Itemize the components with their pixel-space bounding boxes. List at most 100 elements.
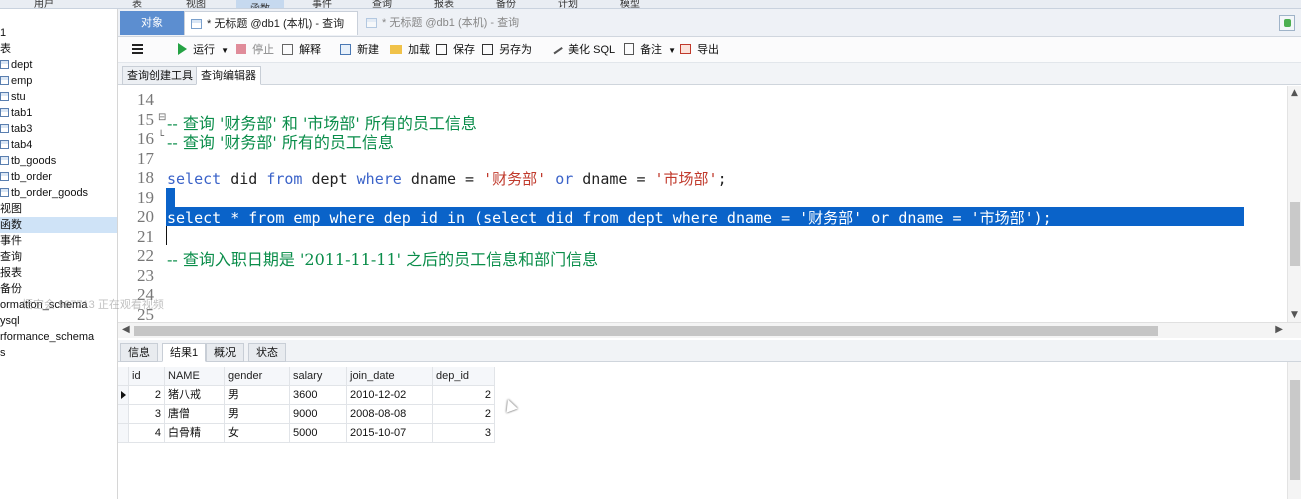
menu-icon[interactable] [132,44,143,54]
new-button[interactable]: 新建 [340,42,379,58]
menu-item-views[interactable]: 视图 [186,0,206,8]
tab-query-inactive[interactable]: * 无标题 @db1 (本机) - 查询 [360,11,620,35]
menu-item-events[interactable]: 事件 [312,0,332,8]
grid-cell[interactable]: 2015-10-07 [347,424,433,443]
grid-cell[interactable]: 3600 [290,386,347,405]
scroll-up-icon[interactable]: ▲ [1291,88,1298,98]
scrollbar-thumb[interactable] [1290,380,1300,480]
sidebar-item[interactable]: stu [0,89,117,105]
menu-item-queries[interactable]: 查询 [372,0,392,8]
sidebar-item[interactable]: 查询 [0,249,117,265]
grid-cell[interactable]: 2010-12-02 [347,386,433,405]
sidebar-item[interactable]: tb_order [0,169,117,185]
sidebar-item[interactable]: 视图 [0,201,117,217]
scrollbar-thumb[interactable] [134,326,1158,336]
sidebar-item[interactable]: 备份 [0,281,117,297]
line-number: 15 [137,109,154,129]
sidebar-item[interactable]: rformance_schema [0,329,117,345]
refresh-status-icon[interactable] [1279,15,1295,31]
sidebar-item[interactable]: 1 [0,25,117,41]
save-as-button[interactable]: 另存为 [482,42,532,58]
menu-item-users[interactable]: 用户 [34,0,54,8]
column-header[interactable]: id [129,367,165,386]
save-label: 保存 [453,44,476,56]
scroll-right-icon[interactable]: ▶ [1275,324,1283,335]
tab-query-editor[interactable]: 查询编辑器 [196,66,261,85]
grid-cell[interactable]: 2008-08-08 [347,405,433,424]
column-header[interactable]: salary [290,367,347,386]
column-header[interactable]: NAME [165,367,225,386]
editor-vertical-scrollbar[interactable]: ▲ ▼ [1287,86,1301,322]
scrollbar-thumb[interactable] [1290,202,1300,266]
menu-item-schedule[interactable]: 计划 [558,0,578,8]
grid-cell[interactable]: 男 [225,386,290,405]
grid-cell[interactable]: 5000 [290,424,347,443]
grid-cell[interactable]: 9000 [290,405,347,424]
tab-query-builder[interactable]: 查询创建工具 [122,66,198,85]
column-header[interactable]: join_date [347,367,433,386]
column-header[interactable]: dep_id [433,367,495,386]
scroll-down-icon[interactable]: ▼ [1291,310,1298,320]
table-icon [0,171,9,181]
sidebar-item[interactable]: tb_goods [0,153,117,169]
grid-cell[interactable]: 男 [225,405,290,424]
sidebar-item[interactable]: 表 [0,41,117,57]
grid-cell[interactable]: 2 [433,405,495,424]
editor-horizontal-scrollbar[interactable]: ◀ ▶ [118,322,1301,338]
fold-toggle-icon[interactable]: ⊟ [158,112,166,123]
sidebar-item[interactable]: tab3 [0,121,117,137]
menu-item-tables[interactable]: 表 [132,0,142,8]
tab-info[interactable]: 信息 [120,343,158,362]
top-menu-bar: 用户 表 视图 函数 事件 查询 报表 备份 计划 模型 [0,0,1301,9]
grid-cell[interactable]: 3 [129,405,165,424]
chevron-down-icon[interactable]: ▼ [221,46,229,55]
sql-editor[interactable]: 14 15 ⊟ -- 查询 '财务部' 和 '市场部' 所有的员工信息 16 └ -- 查询… [118,86,1287,322]
menu-item-model[interactable]: 模型 [620,0,640,8]
tab-result1[interactable]: 结果1 [162,343,207,362]
stop-button[interactable]: 停止 [236,42,274,58]
grid-cell[interactable]: 白骨精 [165,424,225,443]
grid-cell[interactable]: 3 [433,424,495,443]
sidebar-item-label: s [0,347,6,359]
line-number: 19 [137,187,154,207]
beautify-sql-button[interactable]: 美化 SQL [551,42,615,58]
sidebar-item[interactable]: 函数 [0,217,117,233]
tab-overview[interactable]: 概况 [206,343,244,362]
tab-status[interactable]: 状态 [248,343,286,362]
sidebar-item[interactable]: tb_order_goods [0,185,117,201]
tab-query-active[interactable]: * 无标题 @db1 (本机) - 查询 [184,11,358,35]
load-button[interactable]: 加载 [390,42,430,58]
menu-item-backup[interactable]: 备份 [496,0,516,8]
grid-cell[interactable]: 4 [129,424,165,443]
grid-cell[interactable]: 2 [129,386,165,405]
sidebar-item-label: dept [11,59,33,71]
sidebar-item[interactable]: s [0,345,117,361]
query-toolbar: 运行 ▼ 停止 解释 新建 加载 保存 另存为 美化 SQL 备注 ▼ 导出 [118,37,1301,63]
save-button[interactable]: 保存 [436,42,475,58]
fold-toggle-icon[interactable]: └ [158,131,164,142]
sidebar-item[interactable]: 报表 [0,265,117,281]
sidebar-item[interactable]: ysql [0,313,117,329]
menu-item-functions[interactable]: 函数 [236,0,284,8]
line-number: 21 [137,226,154,246]
menu-item-reports[interactable]: 报表 [434,0,454,8]
export-button[interactable]: 导出 [680,42,719,58]
sidebar-item[interactable]: 事件 [0,233,117,249]
explain-button[interactable]: 解释 [282,42,321,58]
column-header[interactable]: gender [225,367,290,386]
sidebar-item[interactable]: emp [0,73,117,89]
grid-cell[interactable]: 女 [225,424,290,443]
grid-cell[interactable]: 猪八戒 [165,386,225,405]
grid-cell[interactable]: 2 [433,386,495,405]
comment-button[interactable]: 备注 ▼ [624,42,676,58]
grid-vertical-scrollbar[interactable] [1287,362,1301,499]
sidebar-item[interactable]: tab4 [0,137,117,153]
sidebar-item[interactable]: tab1 [0,105,117,121]
chevron-down-icon[interactable]: ▼ [668,46,676,55]
sidebar-item[interactable]: dept [0,57,117,73]
grid-cell[interactable]: 唐僧 [165,405,225,424]
run-button[interactable]: 运行 ▼ [178,42,229,58]
sidebar-item-label: 查询 [0,251,22,263]
scroll-left-icon[interactable]: ◀ [122,324,130,335]
tab-objects[interactable]: 对象 [120,11,184,35]
